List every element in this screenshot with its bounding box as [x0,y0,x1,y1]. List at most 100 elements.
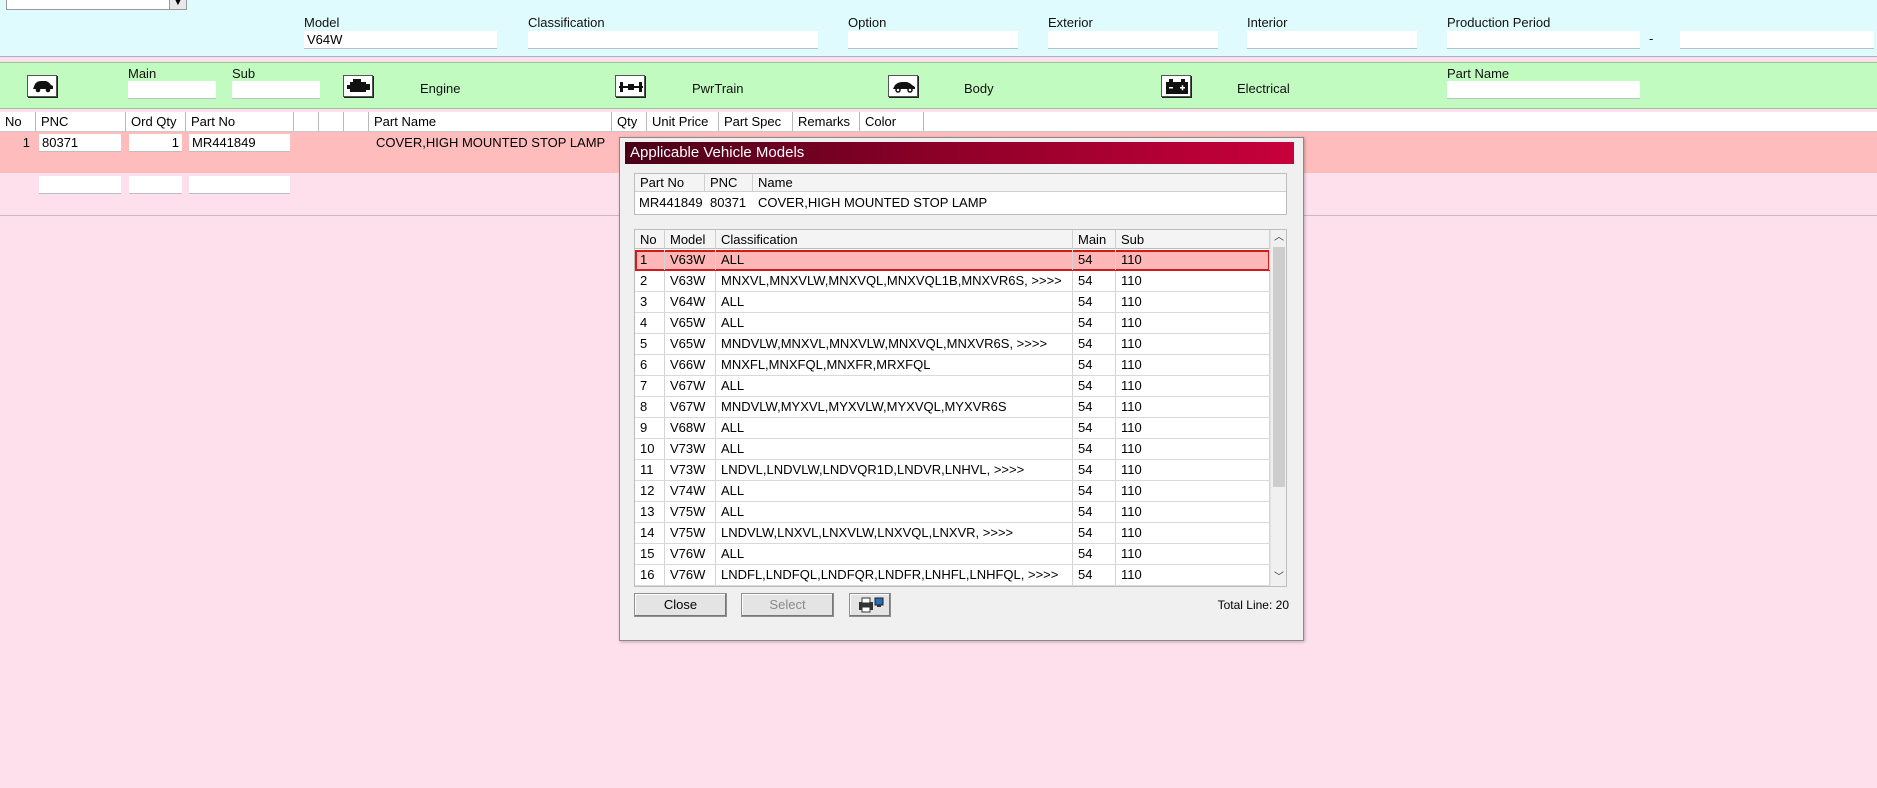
part-name-input[interactable] [1447,81,1640,99]
table-row[interactable]: 16 V76W LNDFL,LNDFQL,LNDFQR,LNDFR,LNHFL,LN… [635,565,1270,586]
cell-sub: 110 [1116,439,1270,459]
cell-no: 16 [635,565,665,585]
cell-sub: 110 [1116,460,1270,480]
electrical-button[interactable] [1161,75,1191,97]
models-header-sub[interactable]: Sub [1116,230,1270,249]
models-header-classification[interactable]: Classification [716,230,1073,249]
cell-no: 11 [635,460,665,480]
cell-sub: 110 [1116,250,1270,270]
cell-sub: 110 [1116,397,1270,417]
production-period-label: Production Period [1447,15,1551,30]
cell-no: 13 [635,502,665,522]
col-part-name[interactable]: Part Name [369,112,612,131]
select-button[interactable]: Select [741,593,834,617]
col-pnc[interactable]: PNC [36,112,126,131]
info-header-name: Name [753,174,1286,192]
cell-main: 54 [1073,544,1116,564]
engine-button[interactable] [343,75,373,97]
parts-grid-header: No PNC Ord Qty Part No Part Name Qty Uni… [0,112,1877,132]
table-row[interactable]: 15 V76W ALL 54 110 [635,544,1270,565]
vehicle-category-button[interactable] [27,75,57,97]
pnc-input[interactable] [39,176,121,194]
cell-classification: ALL [716,481,1073,501]
cell-main: 54 [1073,397,1116,417]
models-header-main[interactable]: Main [1073,230,1116,249]
table-row[interactable]: 8 V67W MNDVLW,MYXVL,MYXVLW,MYXVQL,MYXVR6S 5… [635,397,1270,418]
cell-no: 10 [635,439,665,459]
cell-classification: MNXVL,MNXVLW,MNXVQL,MNXVQL1B,MNXVR6S, >>… [716,271,1073,291]
production-period-start-input[interactable] [1447,31,1640,49]
print-button[interactable] [849,593,891,617]
scroll-up-icon[interactable]: ︿ [1271,230,1286,246]
table-row[interactable]: 1 V63W ALL 54 110 [635,250,1270,271]
dialog-title[interactable]: Applicable Vehicle Models [625,142,1294,164]
ord-qty-input[interactable] [129,134,182,152]
table-row[interactable]: 9 V68W ALL 54 110 [635,418,1270,439]
cell-main: 54 [1073,376,1116,396]
table-row[interactable]: 2 V63W MNXVL,MNXVLW,MNXVQL,MNXVQL1B,MNXVR6… [635,271,1270,292]
table-row[interactable]: 6 V66W MNXFL,MNXFQL,MNXFR,MRXFQL 54 110 [635,355,1270,376]
ord-qty-input[interactable] [129,176,182,194]
table-row[interactable]: 4 V65W ALL 54 110 [635,313,1270,334]
model-input[interactable] [304,31,497,49]
table-row[interactable]: 7 V67W ALL 54 110 [635,376,1270,397]
table-row[interactable]: 13 V75W ALL 54 110 [635,502,1270,523]
cell-model: V75W [665,523,716,543]
cell-sub: 110 [1116,481,1270,501]
col-remarks[interactable]: Remarks [793,112,860,131]
table-row[interactable]: 3 V64W ALL 54 110 [635,292,1270,313]
table-row[interactable]: 5 V65W MNDVLW,MNXVL,MNXVLW,MNXVQL,MNXVR6S,… [635,334,1270,355]
part-no-input[interactable] [189,176,290,194]
pwrtrain-label: PwrTrain [692,81,744,96]
body-button[interactable] [888,75,918,97]
pwrtrain-button[interactable] [615,75,645,97]
cell-no: 6 [635,355,665,375]
pnc-input[interactable] [39,134,121,152]
scroll-down-icon[interactable]: ﹀ [1271,570,1286,586]
col-qty[interactable]: Qty [612,112,647,131]
col-blank-2[interactable] [319,112,344,131]
table-row[interactable]: 10 V73W ALL 54 110 [635,439,1270,460]
table-row[interactable]: 14 V75W LNDVLW,LNXVL,LNXVLW,LNXVQL,LNXVR, … [635,523,1270,544]
col-part-spec[interactable]: Part Spec [719,112,793,131]
col-ord-qty[interactable]: Ord Qty [126,112,186,131]
models-header-no[interactable]: No [635,230,665,249]
option-input[interactable] [848,31,1018,49]
main-input[interactable] [128,81,216,99]
main-label: Main [128,66,157,81]
cell-model: V73W [665,439,716,459]
cell-model: V68W [665,418,716,438]
classification-label: Classification [528,15,605,30]
electrical-label: Electrical [1237,81,1290,96]
cell-model: V73W [665,460,716,480]
part-no-input[interactable] [189,134,290,152]
cell-main: 54 [1073,439,1116,459]
cell-sub: 110 [1116,418,1270,438]
body-label: Body [964,81,994,96]
col-unit-price[interactable]: Unit Price [647,112,719,131]
top-dropdown[interactable]: ▼ [6,0,187,10]
close-button[interactable]: Close [634,593,727,617]
col-blank-1[interactable] [294,112,319,131]
cell-model: V76W [665,565,716,585]
cell-main: 54 [1073,313,1116,333]
production-period-end-input[interactable] [1680,31,1874,49]
table-row[interactable]: 11 V73W LNDVL,LNDVLW,LNDVQR1D,LNDVR,LNHVL,… [635,460,1270,481]
table-row[interactable]: 12 V74W ALL 54 110 [635,481,1270,502]
classification-input[interactable] [528,31,818,49]
col-no[interactable]: No [0,112,36,131]
interior-label: Interior [1247,15,1288,30]
sub-input[interactable] [232,81,320,99]
car-icon [33,81,53,93]
chevron-down-icon[interactable]: ▼ [169,0,186,9]
col-color[interactable]: Color [860,112,924,131]
drivetrain-icon [619,82,643,92]
interior-input[interactable] [1247,31,1417,49]
models-header-model[interactable]: Model [665,230,716,249]
scroll-thumb[interactable] [1273,247,1285,487]
col-blank-3[interactable] [344,112,369,131]
engine-label: Engine [420,81,461,96]
models-scrollbar[interactable]: ︿ ﹀ [1270,230,1286,586]
col-part-no[interactable]: Part No [186,112,294,131]
exterior-input[interactable] [1048,31,1218,49]
